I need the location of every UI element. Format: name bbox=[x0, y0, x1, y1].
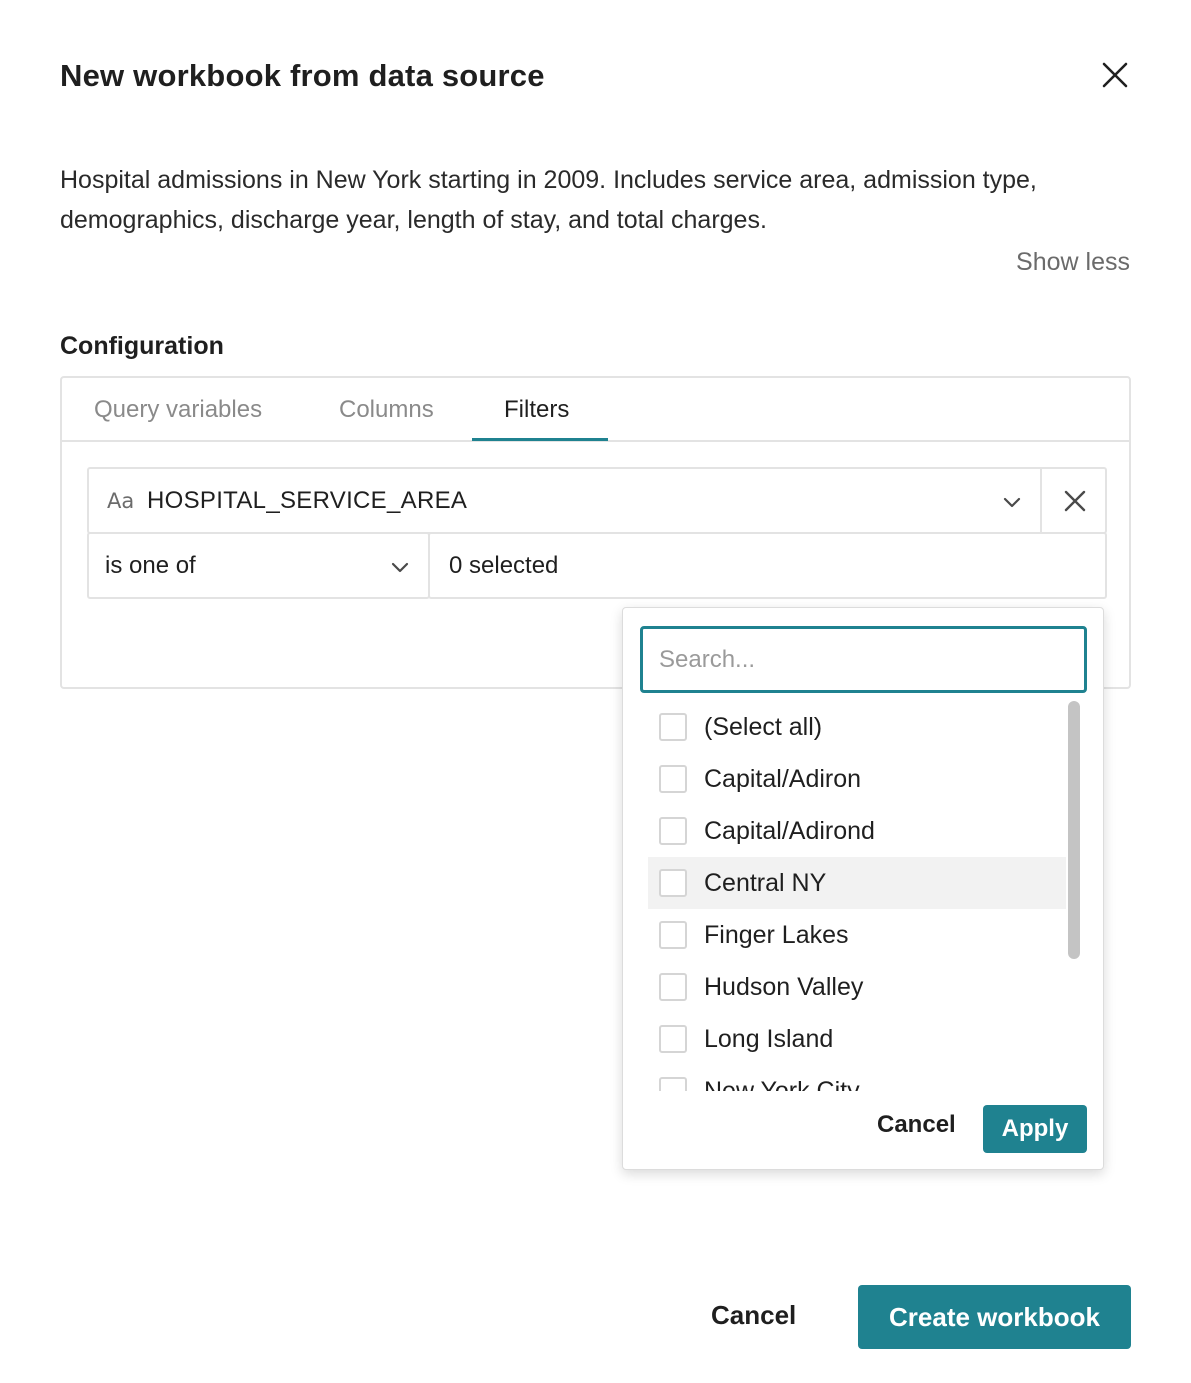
tab-query-variables[interactable]: Query variables bbox=[94, 378, 262, 442]
values-summary: 0 selected bbox=[449, 552, 559, 579]
checkbox[interactable] bbox=[659, 713, 687, 741]
list-scrollbar[interactable] bbox=[1068, 701, 1080, 959]
list-item-label: Long Island bbox=[704, 1024, 834, 1053]
chevron-down-icon bbox=[1001, 491, 1023, 513]
checkbox[interactable] bbox=[659, 1077, 687, 1091]
filter-values-select[interactable]: 0 selected bbox=[428, 532, 1107, 599]
create-workbook-button[interactable]: Create workbook bbox=[858, 1285, 1131, 1349]
remove-filter-button[interactable] bbox=[1057, 483, 1093, 519]
list-item-label: Central NY bbox=[704, 868, 827, 897]
filter-field-name: HOSPITAL_SERVICE_AREA bbox=[147, 487, 468, 514]
close-icon bbox=[1102, 62, 1128, 93]
list-item[interactable]: (Select all) bbox=[648, 701, 1066, 753]
checkbox[interactable] bbox=[659, 921, 687, 949]
chevron-down-icon bbox=[389, 556, 411, 578]
cancel-button[interactable]: Cancel bbox=[711, 1300, 796, 1331]
list-item[interactable]: New York City bbox=[648, 1065, 1066, 1091]
active-tab-indicator bbox=[472, 438, 608, 441]
dialog-title: New workbook from data source bbox=[60, 58, 545, 93]
operator-label: is one of bbox=[105, 552, 196, 579]
field-divider bbox=[1040, 469, 1042, 532]
checkbox[interactable] bbox=[659, 869, 687, 897]
list-item[interactable]: Capital/Adiron bbox=[648, 753, 1066, 805]
checkbox[interactable] bbox=[659, 765, 687, 793]
tab-columns[interactable]: Columns bbox=[339, 378, 434, 442]
list-item-label: New York City bbox=[704, 1076, 860, 1092]
show-less-link[interactable]: Show less bbox=[1016, 248, 1130, 277]
filter-field-select[interactable]: Aa HOSPITAL_SERVICE_AREA bbox=[87, 467, 1107, 534]
popup-cancel-button[interactable]: Cancel bbox=[877, 1111, 956, 1139]
new-workbook-dialog: New workbook from data source Hospital a… bbox=[0, 0, 1191, 1383]
dataset-description: Hospital admissions in New York starting… bbox=[60, 166, 1037, 234]
configuration-heading: Configuration bbox=[60, 332, 224, 360]
checkbox[interactable] bbox=[659, 817, 687, 845]
configuration-tabs: Query variables Columns Filters bbox=[62, 378, 1129, 442]
close-button[interactable] bbox=[1096, 58, 1134, 96]
checkbox[interactable] bbox=[659, 973, 687, 1001]
filter-operator-select[interactable]: is one of bbox=[87, 532, 430, 599]
list-item[interactable]: Capital/Adirond bbox=[648, 805, 1066, 857]
checkbox[interactable] bbox=[659, 1025, 687, 1053]
list-item[interactable]: Central NY bbox=[648, 857, 1066, 909]
list-item-label: Capital/Adirond bbox=[704, 816, 875, 845]
list-item-label: Capital/Adiron bbox=[704, 764, 862, 793]
list-item-label: Hudson Valley bbox=[704, 972, 864, 1001]
values-list: (Select all) Capital/Adiron Capital/Adir… bbox=[648, 701, 1078, 1091]
list-item[interactable]: Long Island bbox=[648, 1013, 1066, 1065]
list-item-label: (Select all) bbox=[704, 712, 823, 741]
list-item[interactable]: Finger Lakes bbox=[648, 909, 1066, 961]
values-dropdown-popup: (Select all) Capital/Adiron Capital/Adir… bbox=[622, 607, 1104, 1170]
list-item[interactable]: Hudson Valley bbox=[648, 961, 1066, 1013]
search-input[interactable] bbox=[640, 626, 1087, 693]
close-icon bbox=[1064, 490, 1086, 512]
text-type-icon: Aa bbox=[107, 489, 135, 513]
apply-button[interactable]: Apply bbox=[983, 1105, 1087, 1153]
list-item-label: Finger Lakes bbox=[704, 920, 849, 949]
tab-filters[interactable]: Filters bbox=[504, 378, 569, 442]
